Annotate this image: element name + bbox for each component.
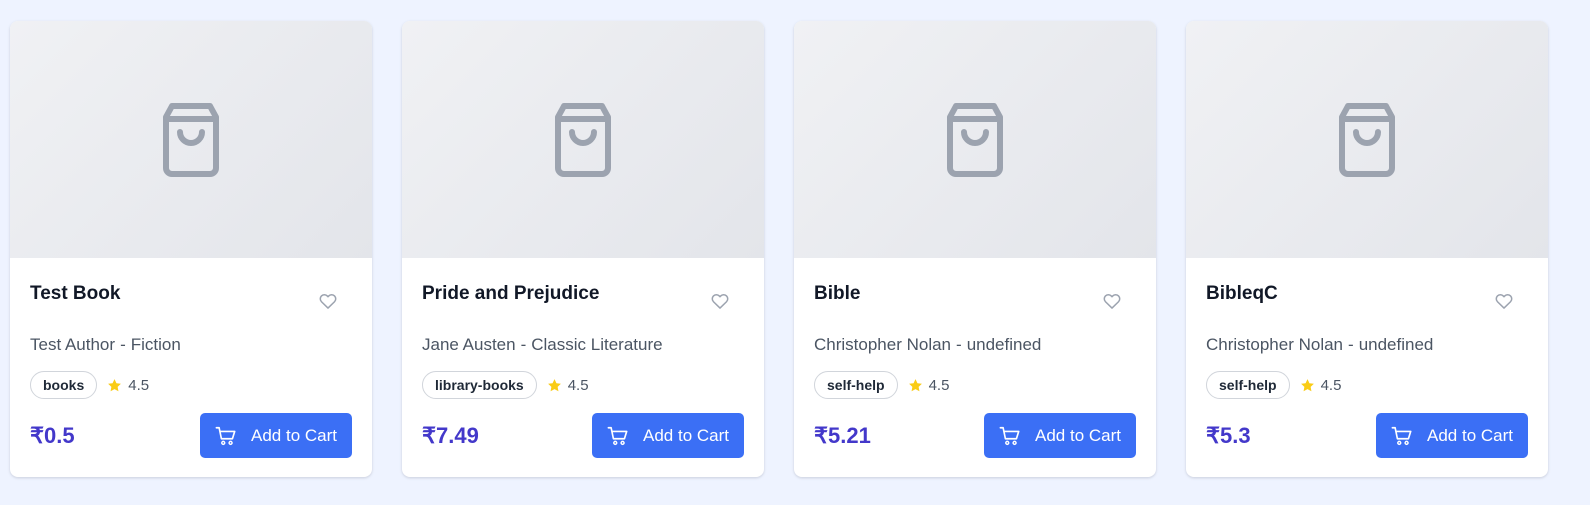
shopping-bag-icon — [947, 102, 1003, 177]
heart-icon — [711, 294, 729, 309]
product-image-placeholder — [402, 21, 764, 258]
add-to-cart-label: Add to Cart — [1427, 425, 1513, 445]
heart-icon — [319, 294, 337, 309]
product-rating: 4.5 — [547, 377, 589, 394]
tags-row: self-help 4.5 — [1206, 371, 1341, 399]
product-meta: Christopher Nolan - undefined — [1206, 335, 1433, 355]
product-meta: Christopher Nolan - undefined — [814, 335, 1041, 355]
add-to-cart-label: Add to Cart — [1035, 425, 1121, 445]
product-image-placeholder — [794, 21, 1156, 258]
product-rating: 4.5 — [107, 377, 149, 394]
product-image-placeholder — [1186, 21, 1548, 258]
product-tag: books — [30, 371, 98, 399]
shopping-bag-icon — [1339, 102, 1395, 177]
favorite-button[interactable] — [316, 289, 340, 313]
heart-icon — [1495, 294, 1513, 309]
product-grid: Test Book Test Author - Fiction books 4.5 … — [0, 0, 1590, 505]
product-author: Christopher Nolan — [1206, 335, 1344, 354]
product-price: ₹5.21 — [814, 423, 871, 448]
add-to-cart-label: Add to Cart — [643, 425, 729, 445]
shopping-cart-icon — [607, 426, 628, 445]
product-rating: 4.5 — [1300, 376, 1342, 394]
product-card[interactable]: Bible Christopher Nolan - undefined self-h… — [794, 21, 1156, 477]
product-category: undefined — [1358, 335, 1434, 354]
product-title[interactable]: Test Book — [30, 283, 120, 305]
shopping-cart-icon — [215, 426, 236, 445]
product-author: Christopher Nolan — [814, 335, 952, 354]
add-to-cart-label: Add to Cart — [251, 425, 337, 445]
rating-value: 4.5 — [928, 376, 950, 394]
rating-value: 4.5 — [1320, 376, 1342, 394]
shopping-cart-icon — [999, 426, 1020, 445]
heart-icon — [1103, 294, 1121, 309]
favorite-button[interactable] — [1100, 289, 1124, 313]
meta-separator: - — [1348, 335, 1354, 354]
product-tag: self-help — [814, 371, 898, 399]
shopping-bag-icon — [555, 102, 611, 177]
product-category: Classic Literature — [531, 335, 663, 354]
add-to-cart-button[interactable]: Add to Cart — [1376, 413, 1528, 458]
meta-separator: - — [956, 335, 962, 354]
tags-row: library-books 4.5 — [422, 371, 589, 399]
favorite-button[interactable] — [708, 289, 732, 313]
product-category: Fiction — [130, 335, 181, 354]
shopping-bag-icon — [163, 102, 219, 177]
product-meta: Jane Austen - Classic Literature — [422, 335, 663, 355]
meta-separator: - — [120, 335, 126, 354]
rating-value: 4.5 — [567, 376, 589, 394]
add-to-cart-button[interactable]: Add to Cart — [592, 413, 744, 458]
product-author: Test Author — [30, 335, 116, 354]
product-meta: Test Author - Fiction — [30, 335, 181, 355]
product-author: Jane Austen — [422, 335, 516, 354]
star-icon — [108, 378, 122, 391]
tags-row: books 4.5 — [30, 371, 149, 399]
product-title[interactable]: Bible — [814, 283, 860, 305]
product-title[interactable]: Pride and Prejudice — [422, 283, 599, 305]
favorite-button[interactable] — [1492, 289, 1516, 313]
tags-row: self-help 4.5 — [814, 371, 949, 399]
product-price: ₹7.49 — [422, 423, 479, 448]
product-tag: library-books — [422, 371, 537, 399]
rating-value: 4.5 — [128, 376, 150, 394]
product-rating: 4.5 — [908, 376, 950, 394]
product-card[interactable]: Pride and Prejudice Jane Austen - Classic … — [402, 21, 764, 477]
shopping-cart-icon — [1391, 426, 1412, 445]
product-card[interactable]: Test Book Test Author - Fiction books 4.5 … — [10, 21, 372, 477]
product-price: ₹0.5 — [30, 423, 75, 448]
star-icon — [1300, 378, 1314, 391]
product-image-placeholder — [10, 21, 372, 258]
product-price: ₹5.3 — [1206, 423, 1251, 448]
star-icon — [908, 378, 922, 391]
add-to-cart-button[interactable]: Add to Cart — [200, 413, 352, 458]
product-tag: self-help — [1206, 371, 1290, 399]
product-card[interactable]: BibleqC Christopher Nolan - undefined self… — [1186, 21, 1548, 477]
product-category: undefined — [966, 335, 1042, 354]
star-icon — [547, 378, 561, 391]
product-title[interactable]: BibleqC — [1206, 283, 1278, 305]
add-to-cart-button[interactable]: Add to Cart — [984, 413, 1136, 458]
meta-separator: - — [520, 335, 527, 354]
